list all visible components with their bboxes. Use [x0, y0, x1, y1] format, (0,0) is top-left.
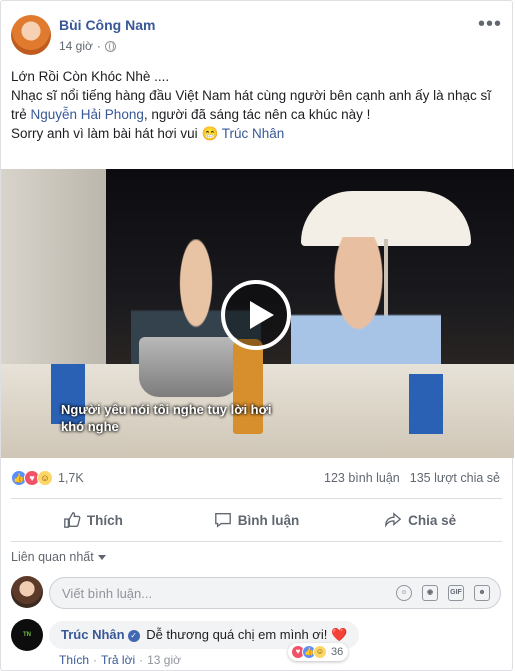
video-subtitle: Người yêu nói tôi nghe tuy lời hơi khó n… — [61, 402, 272, 434]
commenter-name[interactable]: Trúc Nhân — [61, 627, 125, 642]
comment-button[interactable]: Bình luận — [175, 504, 339, 536]
video-scene-can — [409, 374, 443, 434]
comment-input-icons: ☺ ◉ GIF ☻ — [396, 585, 490, 601]
divider — [11, 498, 502, 499]
post-stats: 👍 ♥ ☺ 1,7K 123 bình luận 135 lượt chia s… — [11, 469, 500, 489]
haha-reaction-icon: ☺ — [313, 645, 327, 659]
more-options-icon[interactable]: ••• — [478, 14, 502, 34]
like-button[interactable]: Thích — [11, 504, 175, 536]
camera-icon[interactable]: ◉ — [422, 585, 438, 601]
reactions-count[interactable]: 1,7K — [58, 471, 84, 485]
like-label: Thích — [86, 512, 123, 528]
share-button[interactable]: Chia sẻ — [338, 504, 502, 536]
mention-truc-nhan[interactable]: Trúc Nhân — [222, 126, 285, 141]
comment-sort-dropdown[interactable]: Liên quan nhất — [11, 550, 106, 564]
sticker-icon[interactable]: ☻ — [474, 585, 490, 601]
comment-time[interactable]: 13 giờ — [147, 653, 181, 667]
caret-down-icon — [97, 554, 106, 560]
gif-icon[interactable]: GIF — [448, 585, 464, 601]
separator: · — [139, 653, 144, 667]
author-name[interactable]: Bùi Công Nam — [59, 17, 155, 33]
comment-icon — [214, 513, 231, 528]
dot-separator: · — [96, 39, 101, 53]
heart-emoji-icon: ❤️ — [330, 627, 348, 642]
video-player[interactable]: Người yêu nói tôi nghe tuy lời hơi khó n… — [1, 169, 514, 458]
video-scene-wall — [1, 169, 106, 369]
commenter-avatar[interactable]: TN — [11, 619, 43, 651]
mention-nguyen-hai-phong[interactable]: Nguyễn Hải Phong — [31, 107, 144, 122]
reactions-summary[interactable]: 👍 ♥ ☺ 1,7K — [11, 470, 84, 486]
current-user-avatar[interactable] — [11, 576, 43, 608]
divider — [11, 541, 502, 542]
comments-count[interactable]: 123 bình luận — [324, 471, 400, 485]
emoji-icon[interactable]: ☺ — [396, 585, 412, 601]
share-icon — [385, 512, 402, 528]
post-line-3: Sorry anh vì làm bài hát hơi vui 😁 Trúc … — [11, 124, 500, 143]
haha-reaction-icon: ☺ — [37, 470, 53, 486]
thumbs-up-icon — [63, 512, 81, 528]
share-label: Chia sẻ — [408, 512, 457, 528]
comment-like-link[interactable]: Thích — [59, 653, 89, 667]
comment-actions: Thích · Trả lời · 13 giờ — [59, 653, 181, 667]
post-card: Bùi Công Nam 14 giờ · ••• Lớn Rồi Còn Kh… — [0, 0, 514, 671]
post-line-2: Nhạc sĩ nổi tiếng hàng đầu Việt Nam hát … — [11, 86, 500, 124]
author-avatar[interactable] — [11, 15, 51, 55]
post-line-1: Lớn Rồi Còn Khóc Nhè .... — [11, 69, 170, 84]
shares-count[interactable]: 135 lượt chia sẻ — [410, 471, 500, 485]
post-actions: Thích Bình luận Chia sẻ — [11, 504, 502, 536]
comment-label: Bình luận — [237, 512, 300, 528]
comment-sort-label: Liên quan nhất — [11, 550, 94, 564]
post-line-2-tail: , người đã sáng tác nên ca khúc này ! — [143, 107, 371, 122]
comment-reactions[interactable]: ♥ 👍 ☺ 36 — [288, 643, 349, 661]
comment-text: Dễ thương quá chị em mình ơi! — [146, 627, 328, 642]
comment-reaction-count: 36 — [331, 646, 344, 658]
post-line-3-text: Sorry anh vì làm bài hát hơi vui — [11, 126, 202, 141]
post-time[interactable]: 14 giờ — [59, 39, 93, 53]
post-text: Lớn Rồi Còn Khóc Nhè .... Nhạc sĩ nổi ti… — [11, 67, 500, 143]
post-header: Bùi Công Nam 14 giờ · ••• — [11, 13, 502, 57]
comment-reply-link[interactable]: Trả lời — [101, 653, 135, 667]
play-button-icon[interactable] — [221, 280, 291, 350]
grin-emoji-icon: 😁 — [201, 126, 219, 141]
globe-icon[interactable] — [104, 40, 116, 52]
verified-badge-icon: ✓ — [127, 629, 140, 642]
video-scene-pot — [139, 337, 239, 397]
stats-right: 123 bình luận 135 lượt chia sẻ — [324, 471, 500, 485]
comment-input[interactable]: Viết bình luận... ☺ ◉ GIF ☻ — [49, 577, 501, 609]
comment-input-placeholder: Viết bình luận... — [62, 585, 153, 601]
post-meta: 14 giờ · — [59, 39, 116, 53]
separator: · — [93, 653, 98, 667]
